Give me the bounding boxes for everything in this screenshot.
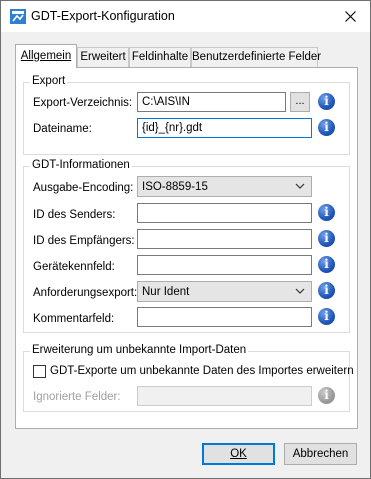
cancel-button-label: Abbrechen <box>292 448 349 460</box>
receiver-id-field[interactable] <box>137 229 312 249</box>
ok-button-label: OK <box>230 448 247 460</box>
ignored-fields-label: Ignorierte Felder: <box>33 391 121 403</box>
info-icon[interactable]: i <box>318 308 335 325</box>
info-icon[interactable]: i <box>318 282 335 299</box>
close-button[interactable] <box>331 1 370 32</box>
chevron-down-icon <box>295 288 305 294</box>
cancel-button[interactable]: Abbrechen <box>284 443 357 465</box>
info-icon[interactable]: i <box>318 119 335 136</box>
dialog-window: GDT-Export-Konfiguration Allgemein Erwei… <box>0 0 371 479</box>
tab-label: Erweitert <box>80 51 126 63</box>
request-export-dropdown[interactable]: Nur Ident <box>137 281 312 302</box>
tab-allgemein[interactable]: Allgemein <box>15 44 77 68</box>
encoding-dropdown[interactable]: ISO-8859-15 <box>137 176 312 197</box>
info-icon[interactable]: i <box>318 230 335 247</box>
export-directory-field[interactable]: C:\AIS\IN <box>137 92 286 112</box>
extend-export-checkbox[interactable] <box>33 365 46 378</box>
app-icon <box>10 9 26 24</box>
filename-label: Dateiname: <box>33 123 92 135</box>
comment-field-label: Kommentarfeld: <box>33 313 115 325</box>
extension-group-title: Erweiterung um unbekannte Import-Daten <box>30 344 249 357</box>
ignored-fields-field <box>137 386 312 406</box>
window-title: GDT-Export-Konfiguration <box>31 9 175 23</box>
info-icon[interactable]: i <box>318 204 335 221</box>
tab-feldinhalte[interactable]: Feldinhalte <box>129 47 191 67</box>
encoding-value: ISO-8859-15 <box>142 181 208 193</box>
tab-label: Feldinhalte <box>131 51 189 63</box>
tab-label: Benutzerdefinierte Felder <box>192 51 322 63</box>
gdt-information-group-title: GDT-Informationen <box>30 159 132 172</box>
receiver-id-label: ID des Empfängers: <box>33 235 135 247</box>
info-icon[interactable]: i <box>318 93 335 110</box>
extend-export-label: GDT-Exporte um unbekannte Daten des Impo… <box>50 365 354 377</box>
info-icon: i <box>318 387 335 404</box>
sender-id-field[interactable] <box>137 203 312 223</box>
tab-panel-allgemein: Export Export-Verzeichnis: C:\AIS\IN ...… <box>15 67 358 429</box>
comment-field[interactable] <box>137 307 312 327</box>
device-id-label: Gerätekennfeld: <box>33 261 115 273</box>
tab-label: Allgemein <box>20 50 72 62</box>
device-id-field[interactable] <box>137 255 312 275</box>
tab-benutzerdefinierte-felder[interactable]: Benutzerdefinierte Felder <box>191 47 322 67</box>
request-export-label: Anforderungsexport: <box>33 287 138 299</box>
tab-erweitert[interactable]: Erweitert <box>77 47 129 67</box>
info-icon[interactable]: i <box>318 256 335 273</box>
request-export-value: Nur Ident <box>142 286 190 298</box>
close-icon <box>345 11 356 22</box>
title-bar: GDT-Export-Konfiguration <box>1 1 370 32</box>
encoding-label: Ausgabe-Encoding: <box>33 182 134 194</box>
sender-id-label: ID des Senders: <box>33 209 116 221</box>
export-group-title: Export <box>30 75 68 88</box>
filename-field[interactable]: {id}_{nr}.gdt <box>137 118 312 138</box>
browse-button[interactable]: ... <box>290 92 310 112</box>
chevron-down-icon <box>295 183 305 189</box>
export-directory-label: Export-Verzeichnis: <box>33 97 133 109</box>
ok-button[interactable]: OK <box>202 443 275 465</box>
